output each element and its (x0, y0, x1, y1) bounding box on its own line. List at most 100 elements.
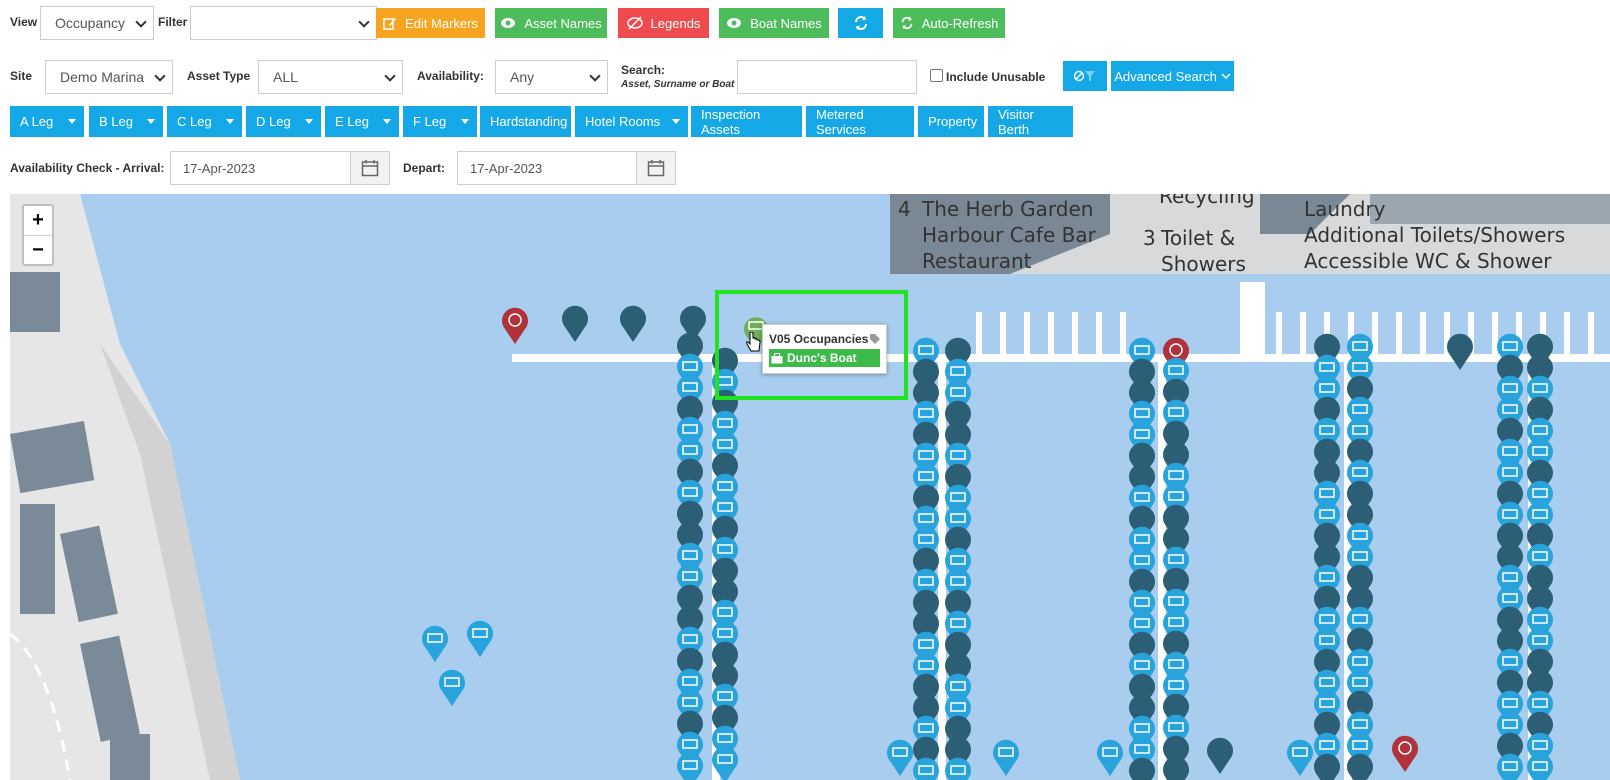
leg-label: A Leg (20, 114, 54, 129)
empty-berth-marker[interactable] (620, 305, 646, 342)
chevron-down-icon (358, 16, 370, 28)
edit-markers-button[interactable]: Edit Markers (376, 8, 485, 38)
site-select[interactable]: Demo Marina (45, 60, 173, 94)
edit-markers-label: Edit Markers (405, 15, 478, 31)
chevron-down-icon (384, 70, 396, 82)
leg-label: Hotel Rooms (585, 114, 661, 129)
advanced-search-label: Advanced Search (1114, 68, 1217, 84)
occupied-berth-marker[interactable] (439, 669, 465, 706)
zoom-control: + − (22, 204, 54, 266)
refresh-icon (901, 16, 912, 30)
occupied-berth-marker[interactable] (992, 739, 1019, 776)
map-label-cafe-bar: Harbour Cafe Bar (922, 223, 1096, 247)
caret-down-icon[interactable] (226, 119, 234, 124)
depart-date-value: 17-Apr-2023 (470, 160, 543, 176)
arrival-calendar-button[interactable] (350, 151, 390, 185)
leg-label: Visitor Berth (998, 106, 1034, 137)
occupied-berth-marker[interactable] (467, 620, 493, 657)
eye-icon (727, 18, 742, 28)
legends-label: Legends (650, 15, 701, 31)
visitor-berth-button[interactable]: Visitor Berth (988, 106, 1073, 137)
map-label-herb-garden-number: 4 (898, 197, 911, 221)
occupied-berth-marker[interactable] (1097, 739, 1123, 776)
asset-type-select-value: ALL (273, 69, 298, 85)
caret-down-icon[interactable] (383, 119, 391, 124)
zoom-in-button[interactable]: + (24, 206, 52, 235)
search-input[interactable] (737, 60, 917, 94)
alarm-berth-marker[interactable] (1392, 735, 1418, 772)
auto-refresh-button[interactable]: Auto-Refresh (893, 8, 1005, 38)
leg-button-b[interactable]: B Leg (89, 106, 163, 137)
caret-down-icon[interactable] (461, 119, 469, 124)
metered-services-button[interactable]: Metered Services (806, 106, 914, 137)
chevron-down-icon (589, 70, 601, 82)
calendar-icon (361, 160, 379, 177)
calendar-icon (647, 160, 665, 177)
asset-names-button[interactable]: Asset Names (495, 8, 607, 38)
property-button[interactable]: Property (918, 106, 984, 137)
view-select[interactable]: Occupancy (40, 6, 154, 40)
leg-button-f[interactable]: F Leg (403, 106, 477, 137)
advanced-search-button[interactable]: Advanced Search (1111, 61, 1234, 91)
leg-label: Hardstanding (490, 114, 568, 129)
clear-filter-button[interactable] (1063, 61, 1107, 91)
boat-names-button[interactable]: Boat Names (719, 8, 829, 38)
auto-refresh-label: Auto-Refresh (921, 15, 999, 31)
empty-berth-marker[interactable] (1207, 737, 1234, 774)
arrival-date-input[interactable]: 17-Apr-2023 (170, 151, 351, 185)
hotel-rooms-button[interactable]: Hotel Rooms (575, 106, 688, 137)
occupied-berth-marker[interactable] (1287, 739, 1314, 776)
filter-select[interactable] (190, 6, 377, 40)
depart-calendar-button[interactable] (636, 151, 676, 185)
leg-label: Property (928, 114, 978, 129)
include-unusable-checkbox[interactable] (930, 69, 943, 82)
empty-berth-marker[interactable] (1163, 756, 1189, 780)
hardstanding-button[interactable]: Hardstanding (480, 106, 571, 137)
marina-map[interactable]: 4 The Herb Garden Harbour Cafe Bar Resta… (10, 194, 1610, 780)
chevron-down-icon (154, 70, 166, 82)
occupied-berth-marker[interactable] (1527, 753, 1553, 780)
empty-berth-marker[interactable] (1129, 757, 1155, 780)
occupied-berth-marker[interactable] (887, 739, 914, 776)
berth-popup[interactable]: V05 Occupancies Dunc's Boat (762, 324, 887, 374)
depart-label: Depart: (403, 161, 446, 175)
refresh-icon (854, 16, 867, 30)
occupied-berth-marker[interactable] (1497, 753, 1523, 780)
tag-icon (870, 334, 881, 344)
legends-button[interactable]: Legends (618, 8, 709, 38)
leg-label: F Leg (413, 114, 447, 129)
caret-down-icon[interactable] (672, 119, 680, 124)
view-label: View (10, 15, 38, 29)
leg-button-a[interactable]: A Leg (10, 106, 84, 137)
availability-select[interactable]: Any (495, 60, 608, 94)
leg-button-c[interactable]: C Leg (167, 106, 242, 137)
caret-down-icon[interactable] (147, 119, 155, 124)
inspection-assets-button[interactable]: Inspection Assets (691, 106, 802, 137)
asset-type-select[interactable]: ALL (258, 60, 403, 94)
map-label-toilet: Toilet & (1161, 226, 1236, 250)
leg-button-e[interactable]: E Leg (325, 106, 399, 137)
alarm-berth-marker[interactable] (501, 307, 528, 344)
occupied-berth-marker[interactable] (945, 757, 971, 780)
refresh-button[interactable] (838, 8, 883, 38)
occupied-berth-marker[interactable] (422, 625, 448, 662)
caret-down-icon[interactable] (305, 119, 313, 124)
empty-berth-marker[interactable] (562, 305, 588, 342)
cursor-hand-icon (746, 332, 761, 352)
chevron-down-icon (1221, 73, 1231, 80)
leg-button-d[interactable]: D Leg (246, 106, 321, 137)
zoom-out-button[interactable]: − (24, 235, 52, 264)
map-label-laundry: Laundry (1304, 197, 1386, 221)
popup-boat-row[interactable]: Dunc's Boat (769, 349, 880, 367)
caret-down-icon[interactable] (68, 119, 76, 124)
boat-names-label: Boat Names (750, 15, 822, 31)
depart-date-input[interactable]: 17-Apr-2023 (457, 151, 638, 185)
empty-berth-marker[interactable] (1314, 753, 1340, 780)
leg-label: C Leg (177, 114, 212, 129)
arrival-date-value: 17-Apr-2023 (183, 160, 256, 176)
occupied-berth-marker[interactable] (677, 752, 703, 780)
empty-berth-marker[interactable] (1347, 753, 1373, 780)
availability-label: Availability: (417, 69, 484, 83)
occupied-berth-marker[interactable] (913, 757, 939, 780)
empty-berth-marker[interactable] (1447, 333, 1474, 370)
